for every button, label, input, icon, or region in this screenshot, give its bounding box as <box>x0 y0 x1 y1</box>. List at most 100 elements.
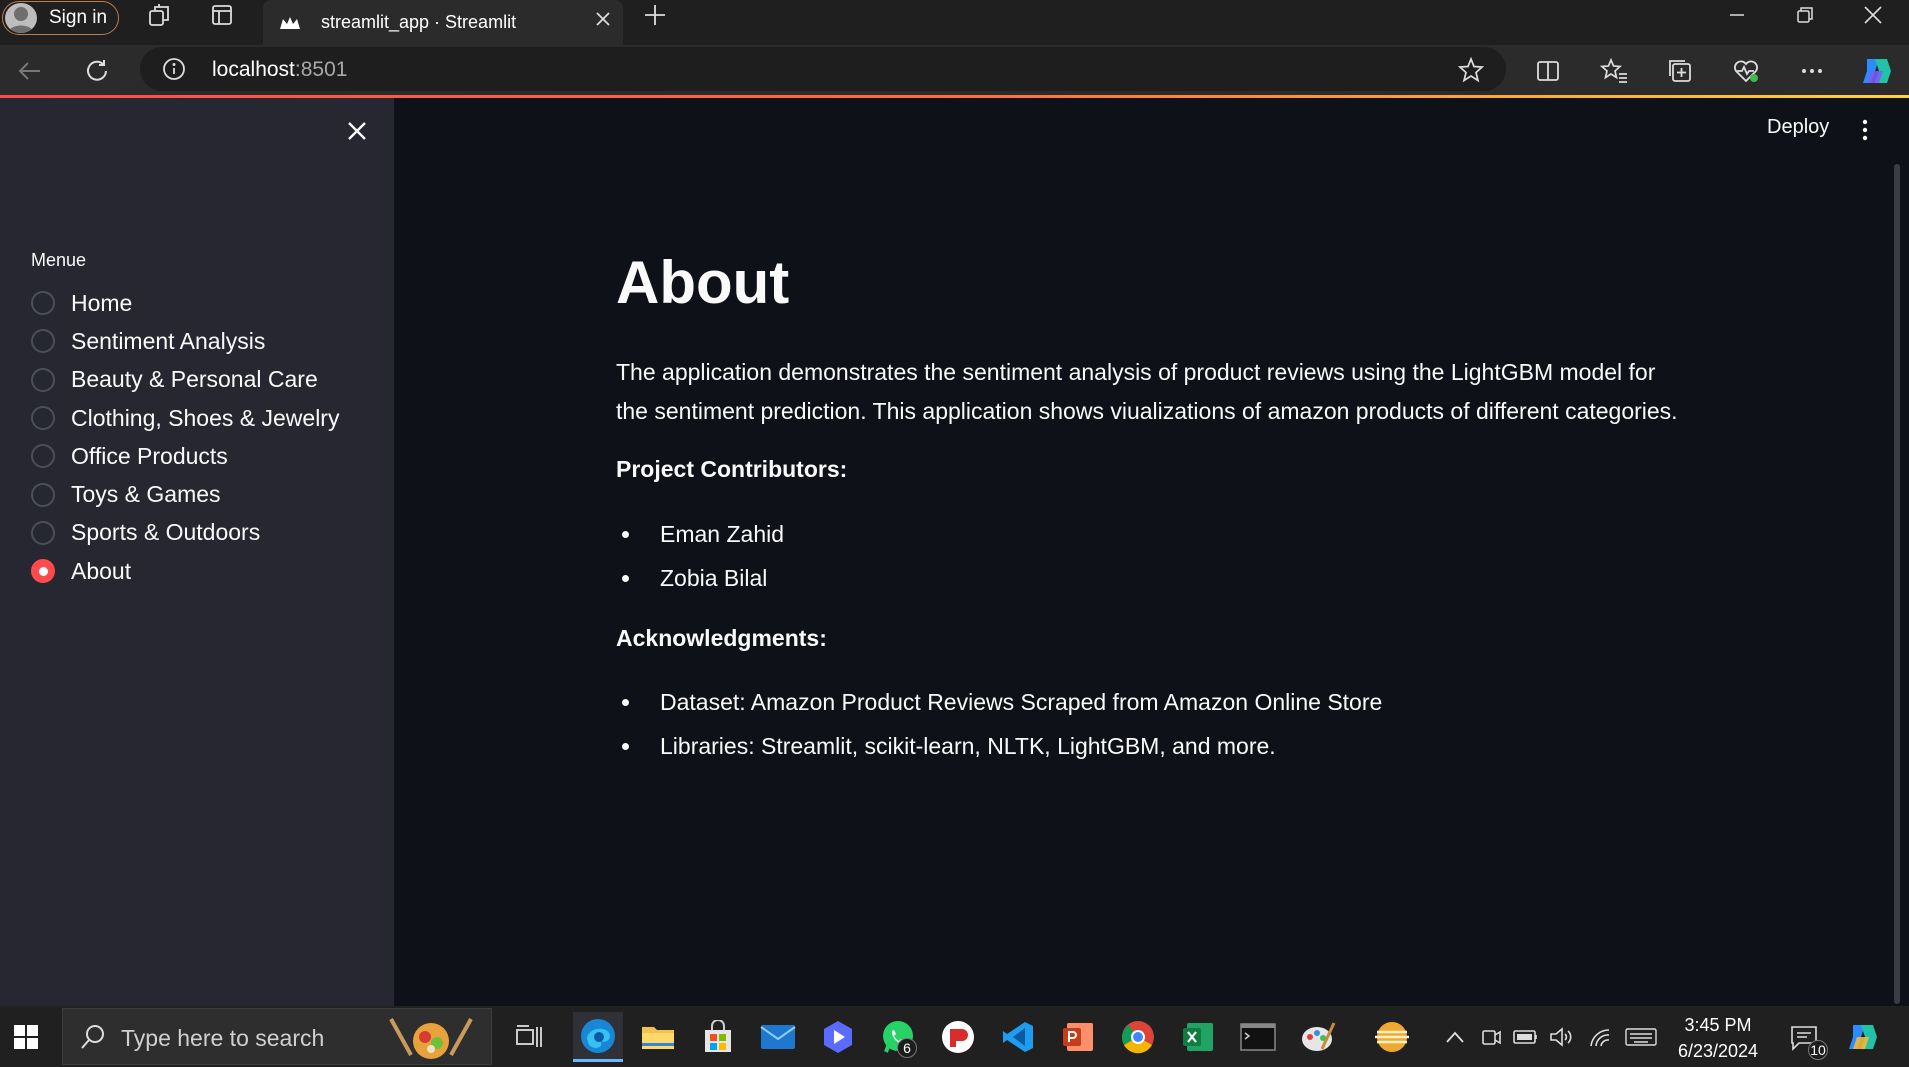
chrome-icon[interactable] <box>1113 1012 1163 1062</box>
clock-date: 6/23/2024 <box>1677 1041 1759 1061</box>
acknowledgments-list: Dataset: Amazon Product Reviews Scraped … <box>616 680 1382 768</box>
copilot-preview-icon[interactable] <box>1843 1018 1883 1056</box>
taskbar-clock[interactable]: 3:45 PM 6/23/2024 <box>1668 1012 1768 1064</box>
minimize-window-icon[interactable] <box>1703 0 1771 30</box>
favorites-list-icon[interactable] <box>1596 53 1632 89</box>
keyboard-icon[interactable] <box>1624 1024 1658 1050</box>
intro-line: The application demonstrates the sentime… <box>616 359 1656 385</box>
streamlit-crown-icon <box>279 15 301 31</box>
main-content-area: Deploy About The application demonstrate… <box>394 98 1909 1006</box>
battery-icon[interactable] <box>1513 1024 1539 1050</box>
radio-button[interactable] <box>31 329 55 354</box>
url-text[interactable]: localhost:8501 <box>212 58 347 82</box>
edge-browser-icon[interactable] <box>573 1012 623 1062</box>
menu-item-label: Home <box>71 289 133 316</box>
microsoft-store-icon[interactable] <box>693 1012 743 1062</box>
terminal-icon[interactable] <box>1233 1012 1283 1062</box>
radio-button[interactable] <box>31 406 55 431</box>
search-icon <box>79 1023 107 1051</box>
deploy-button[interactable]: Deploy <box>1767 116 1829 139</box>
notifications-icon[interactable]: 10 <box>1786 1020 1828 1060</box>
workspaces-icon[interactable] <box>138 0 182 30</box>
split-screen-icon[interactable] <box>1530 53 1566 89</box>
restore-window-icon[interactable] <box>1771 0 1839 30</box>
browser-essentials-icon[interactable] <box>1728 53 1764 89</box>
radio-button[interactable] <box>31 482 55 507</box>
refresh-icon[interactable] <box>79 53 115 89</box>
show-hidden-icons-icon[interactable] <box>1442 1024 1468 1050</box>
copilot-icon[interactable] <box>1856 53 1898 89</box>
sidebar: Menue Home Sentiment Analysis Beauty & P… <box>0 98 394 1006</box>
whatsapp-badge: 6 <box>897 1038 917 1058</box>
paint-icon[interactable] <box>1293 1012 1343 1062</box>
menu-radio-group: Home Sentiment Analysis Beauty & Persona… <box>31 284 339 590</box>
site-info-icon[interactable] <box>162 57 186 81</box>
main-menu-icon[interactable] <box>1860 118 1870 142</box>
more-options-icon[interactable] <box>1794 53 1830 89</box>
intro-paragraph: The application demonstrates the sentime… <box>616 353 1686 431</box>
radio-button-selected[interactable] <box>31 559 55 584</box>
menu-item-sentiment-analysis[interactable]: Sentiment Analysis <box>31 322 339 360</box>
menu-item-label: Sentiment Analysis <box>71 327 266 354</box>
new-tab-icon[interactable] <box>640 0 670 30</box>
file-explorer-icon[interactable] <box>633 1012 683 1062</box>
menu-item-label: Clothing, Shoes & Jewelry <box>71 404 340 431</box>
list-item: Dataset: Amazon Product Reviews Scraped … <box>616 680 1382 724</box>
clock-time: 3:45 PM <box>1684 1015 1752 1035</box>
radio-button[interactable] <box>31 291 55 316</box>
radio-button[interactable] <box>31 444 55 469</box>
wifi-icon[interactable] <box>1586 1024 1612 1050</box>
list-item: Eman Zahid <box>616 512 784 556</box>
menu-item-label: About <box>71 557 132 584</box>
whatsapp-icon[interactable]: 6 <box>873 1012 923 1062</box>
menu-item-clothing-shoes-jewelry[interactable]: Clothing, Shoes & Jewelry <box>31 399 339 437</box>
menu-item-home[interactable]: Home <box>31 284 339 322</box>
intro-line: the sentiment prediction. This applicati… <box>616 398 1678 424</box>
back-arrow-icon[interactable] <box>12 53 48 89</box>
address-bar[interactable]: localhost:8501 <box>140 47 1506 91</box>
page-scrollbar[interactable] <box>1894 164 1900 1004</box>
windows-start-icon[interactable] <box>0 1006 52 1067</box>
menu-item-toys-games[interactable]: Toys & Games <box>31 475 339 513</box>
collections-icon[interactable] <box>1662 53 1698 89</box>
taskbar-search-box[interactable]: Type here to search <box>62 1008 492 1065</box>
page-title: About <box>616 249 790 316</box>
url-host: localhost <box>212 58 295 81</box>
menu-item-about[interactable]: About <box>31 552 339 590</box>
radio-button[interactable] <box>31 520 55 545</box>
powerpoint-icon[interactable] <box>1053 1012 1103 1062</box>
browser-tab-active[interactable]: streamlit_app · Streamlit <box>263 0 623 45</box>
windows-taskbar: Type here to search 6 3:45 PM 6/23/2024 … <box>0 1006 1909 1067</box>
browser-title-bar: Sign in streamlit_app · Streamlit <box>0 0 1909 45</box>
menu-item-sports-outdoors[interactable]: Sports & Outdoors <box>31 514 339 552</box>
vscode-icon[interactable] <box>993 1012 1043 1062</box>
profile-avatar-icon <box>5 3 37 33</box>
favorite-star-icon[interactable] <box>1458 57 1484 83</box>
contributors-list: Eman Zahid Zobia Bilal <box>616 512 784 600</box>
task-view-icon[interactable] <box>504 1012 554 1062</box>
meet-now-icon[interactable] <box>1478 1024 1504 1050</box>
volume-icon[interactable] <box>1548 1024 1574 1050</box>
close-tab-icon[interactable] <box>595 11 611 27</box>
excel-icon[interactable] <box>1173 1012 1223 1062</box>
radio-button[interactable] <box>31 367 55 392</box>
close-window-icon[interactable] <box>1839 0 1907 30</box>
menu-item-office-products[interactable]: Office Products <box>31 437 339 475</box>
notification-count: 10 <box>1808 1040 1828 1060</box>
app-launcher-icon[interactable] <box>813 1012 863 1062</box>
search-highlight-art-icon <box>381 1015 481 1061</box>
sign-in-button[interactable]: Sign in <box>2 1 119 35</box>
list-item: Libraries: Streamlit, scikit-learn, NLTK… <box>616 724 1382 768</box>
browser-toolbar: localhost:8501 <box>0 45 1909 95</box>
recording-app-icon[interactable] <box>933 1012 983 1062</box>
search-placeholder: Type here to search <box>121 1025 325 1051</box>
mail-icon[interactable] <box>753 1012 803 1062</box>
close-sidebar-icon[interactable] <box>344 118 370 144</box>
menu-title: Menue <box>31 250 87 270</box>
menu-item-label: Office Products <box>71 442 228 469</box>
menu-item-label: Toys & Games <box>71 481 221 508</box>
menu-item-beauty-personal-care[interactable]: Beauty & Personal Care <box>31 361 339 399</box>
weather-icon[interactable] <box>1363 1012 1421 1062</box>
tab-actions-icon[interactable] <box>200 0 244 30</box>
url-port: :8501 <box>294 58 348 81</box>
